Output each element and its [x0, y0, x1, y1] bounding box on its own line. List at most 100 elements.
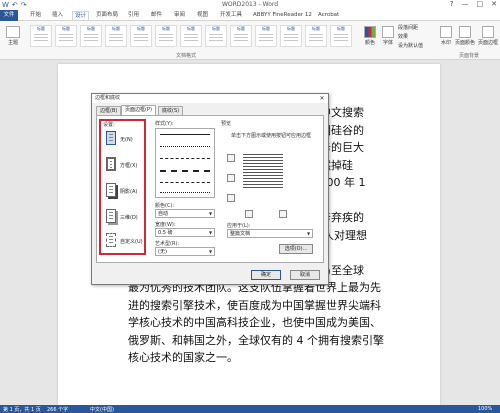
fonts-button[interactable]: 字体	[380, 26, 396, 46]
width-label: 宽度(W):	[155, 222, 176, 228]
tab-developer[interactable]: 开发工具	[220, 11, 242, 20]
page-color-button[interactable]: 页面颜色	[455, 26, 475, 46]
style-gallery-item[interactable]: 标题	[180, 25, 202, 47]
ok-button[interactable]: 确定	[251, 270, 281, 280]
settings-group-highlight: 无(N) 方框(X) 阴影(A) 三维(D) 自定义(U)	[99, 119, 146, 255]
dialog-close-icon[interactable]: ✕	[318, 95, 326, 102]
tab-review[interactable]: 审阅	[174, 11, 185, 20]
preview-document[interactable]	[243, 154, 283, 204]
style-gallery-item[interactable]: 标题	[80, 25, 102, 47]
window-controls: ? — □ ✕	[450, 0, 497, 8]
maximize-icon[interactable]: □	[477, 0, 484, 8]
setting-none[interactable]: 无(N)	[104, 129, 144, 153]
style-gallery-item[interactable]: 标题	[305, 25, 327, 47]
style-gallery-item[interactable]: 标题	[230, 25, 252, 47]
page-border-panel: 设置: 无(N) 方框(X) 阴影(A) 三维(D) 自定义(U) 样式(Y):…	[96, 115, 324, 263]
paragraph-spacing-option[interactable]: 段落间距	[398, 24, 418, 31]
chevron-down-icon: ▼	[208, 249, 213, 254]
line-style-dash-dot[interactable]	[160, 182, 210, 183]
style-gallery-item[interactable]: 标题	[280, 25, 302, 47]
style-gallery-item[interactable]: 标题	[105, 25, 127, 47]
tab-shading[interactable]: 底纹(S)	[158, 106, 184, 115]
group-label-document-formatting: 文档格式	[176, 53, 197, 59]
tab-acrobat[interactable]: Acrobat	[318, 11, 339, 20]
left-border-button[interactable]	[227, 194, 235, 202]
title-bar: W ↶ ↷ WORD2013 - Word ? — □ ✕	[0, 0, 500, 10]
line-style-long-dash[interactable]	[160, 170, 210, 172]
colors-button[interactable]: 颜色	[362, 26, 378, 46]
style-label: 样式(Y):	[155, 121, 174, 127]
style-gallery-item[interactable]: 标题	[155, 25, 177, 47]
chevron-down-icon: ▼	[306, 231, 311, 236]
tab-mailings[interactable]: 邮件	[151, 11, 162, 20]
dialog-title: 边框和底纹	[92, 94, 328, 103]
window-title: WORD2013 - Word	[221, 1, 279, 8]
apply-to-label: 应用于(L):	[227, 223, 251, 229]
style-gallery-item[interactable]: 标题	[330, 25, 352, 47]
ribbon-tabs: 文件 开始 插入 设计 页面布局 引用 邮件 审阅 视图 开发工具 ABBYY …	[0, 10, 500, 21]
line-style-dotted[interactable]	[160, 146, 210, 147]
setting-none-icon	[106, 131, 116, 145]
line-style-solid[interactable]	[160, 134, 210, 135]
help-icon[interactable]: ?	[450, 0, 454, 8]
watermark-button[interactable]: 水印	[438, 26, 454, 46]
page-count[interactable]: 第 1 页，共 1 页	[3, 406, 41, 413]
document-body-lower[interactable]: 最为优秀的技术团队。这支队伍掌握着世界上最为先 进的搜索引擎技术，使百度成为中国…	[128, 279, 384, 367]
style-gallery-item[interactable]: 标题	[55, 25, 77, 47]
close-icon[interactable]: ✕	[491, 0, 497, 8]
tab-file[interactable]: 文件	[0, 10, 18, 21]
tab-borders[interactable]: 边框(B)	[96, 106, 122, 115]
word-count[interactable]: 266 个字	[47, 406, 68, 413]
right-edge-button[interactable]	[279, 210, 287, 218]
chevron-down-icon: ▼	[208, 211, 213, 216]
setting-3d-icon	[106, 209, 116, 223]
ribbon: 主题 标题 标题 标题 标题 标题 标题 标题 标题 标题 标题 标题 标题 标…	[0, 21, 500, 60]
themes-button[interactable]: 主题	[3, 26, 23, 46]
language-indicator[interactable]: 中文(中国)	[90, 406, 114, 413]
minimize-icon[interactable]: —	[462, 0, 469, 8]
top-border-button[interactable]	[227, 154, 235, 162]
style-gallery-item[interactable]: 标题	[30, 25, 52, 47]
tab-abbyy[interactable]: ABBYY FineReader 12	[253, 11, 312, 20]
page-border-button[interactable]: 页面边框	[477, 26, 499, 46]
setting-3d[interactable]: 三维(D)	[104, 207, 144, 231]
doc-line: 学核心技术的中国高科技企业，也使中国成为美国、	[128, 316, 381, 329]
style-gallery-item[interactable]: 标题	[255, 25, 277, 47]
art-select[interactable]: (无) ▼	[155, 247, 215, 256]
page-border-icon	[482, 26, 494, 38]
style-gallery-item[interactable]: 标题	[130, 25, 152, 47]
setting-custom[interactable]: 自定义(U)	[104, 231, 144, 255]
tab-insert[interactable]: 插入	[52, 11, 63, 20]
borders-shading-dialog: 边框和底纹 ✕ 边框(B) 页面边框(P) 底纹(S) 设置: 无(N) 方框(…	[91, 93, 329, 285]
effects-option[interactable]: 效果	[398, 33, 408, 40]
style-gallery-item[interactable]: 标题	[205, 25, 227, 47]
line-style-dashed[interactable]	[160, 158, 210, 159]
group-label-page-background: 页面背景	[459, 53, 480, 59]
tab-home[interactable]: 开始	[30, 11, 41, 20]
cancel-button[interactable]: 取消	[290, 270, 320, 280]
apply-to-select[interactable]: 整篇文档 ▼	[227, 229, 313, 238]
width-select[interactable]: 0.5 磅 ▼	[155, 228, 215, 237]
tab-page-layout[interactable]: 页面布局	[96, 11, 118, 20]
tab-design[interactable]: 设计	[72, 11, 90, 20]
zoom-level[interactable]: 100%	[478, 406, 492, 412]
setting-shadow-icon	[106, 183, 116, 197]
status-bar: 第 1 页，共 1 页 266 个字 中文(中国) 100%	[0, 405, 500, 413]
setting-shadow[interactable]: 阴影(A)	[104, 181, 144, 205]
watermark-icon	[440, 26, 452, 38]
left-edge-button[interactable]	[245, 210, 253, 218]
options-button[interactable]: 选项(O)...	[279, 244, 313, 254]
themes-icon	[6, 26, 20, 38]
colors-icon	[364, 26, 376, 38]
tab-references[interactable]: 引用	[128, 11, 139, 20]
setting-custom-icon	[106, 233, 116, 247]
color-select[interactable]: 自动 ▼	[155, 209, 215, 218]
bottom-border-button[interactable]	[227, 174, 235, 182]
line-style-dash-dot-dot[interactable]	[160, 192, 210, 193]
preview-label: 预览	[221, 121, 232, 127]
page-color-icon	[459, 26, 471, 38]
set-default-option[interactable]: 设为默认值	[398, 42, 423, 49]
setting-box[interactable]: 方框(X)	[104, 155, 144, 179]
line-style-list[interactable]	[155, 128, 215, 198]
tab-view[interactable]: 视图	[197, 11, 208, 20]
